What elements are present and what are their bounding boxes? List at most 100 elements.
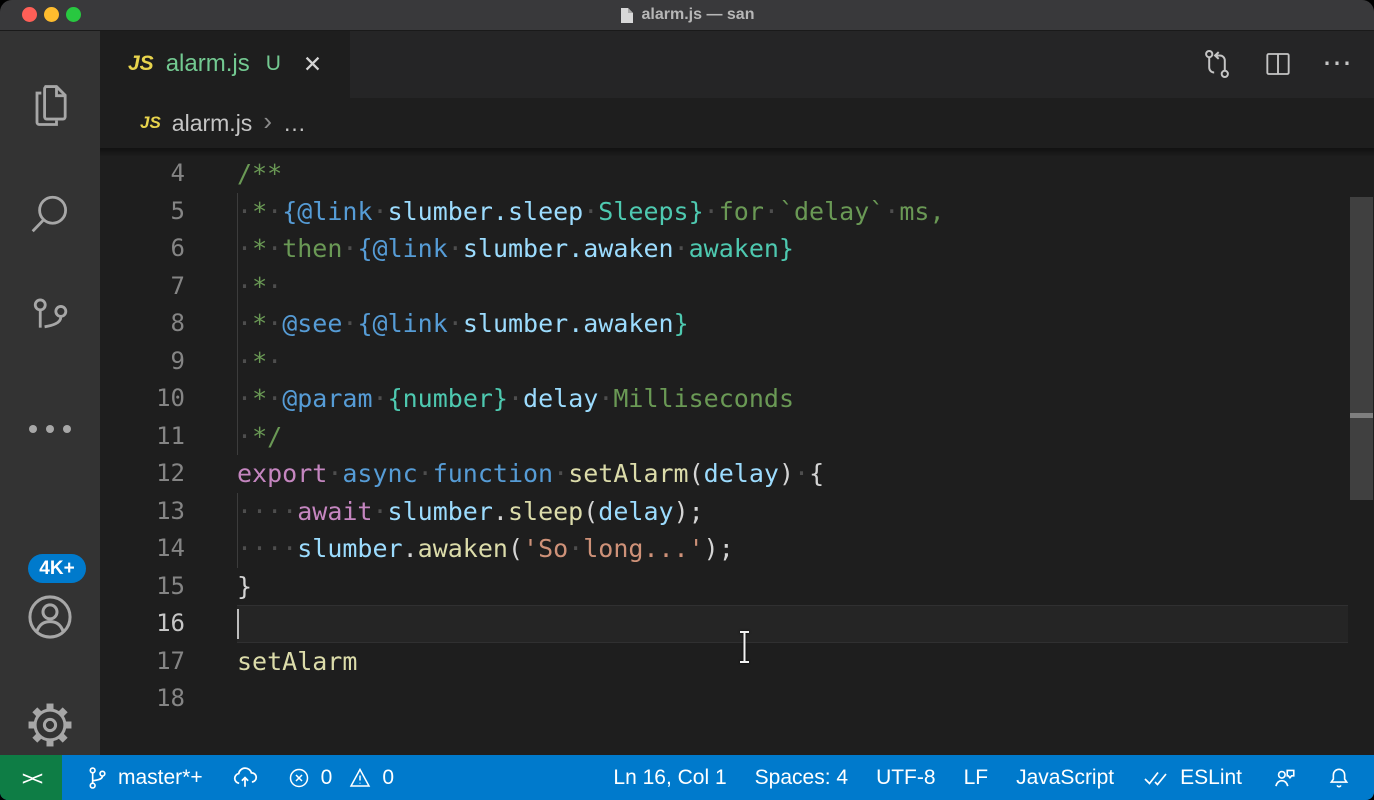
code-line[interactable]: 12 export·async·function·setAlarm(delay)·…: [100, 455, 1374, 493]
source-control-badge: 4K+: [28, 554, 86, 583]
sidebar-item-search[interactable]: [0, 188, 100, 242]
breadcrumb-symbol[interactable]: …: [283, 110, 308, 137]
search-icon: [24, 188, 76, 242]
text-cursor: [237, 609, 239, 639]
code-line-text[interactable]: ····slumber.awaken('So·long...');: [237, 530, 734, 568]
language-mode-item[interactable]: JavaScript: [1002, 755, 1128, 800]
remote-indicator[interactable]: ><: [0, 755, 62, 800]
line-number[interactable]: 13: [100, 493, 185, 531]
code-line-text[interactable]: ·*·then·{@link·slumber.awaken·awaken}: [237, 230, 794, 268]
code-line[interactable]: 9 ·*·: [100, 343, 1374, 381]
eslint-label: ESLint: [1180, 766, 1242, 790]
line-number[interactable]: 10: [100, 380, 185, 418]
sidebar-item-explorer[interactable]: [0, 78, 100, 132]
code-line[interactable]: 8 ·*·@see·{@link·slumber.awaken}: [100, 305, 1374, 343]
line-number[interactable]: 5: [100, 193, 185, 231]
scrollbar[interactable]: [1348, 148, 1374, 755]
code-line-text[interactable]: setAlarm: [237, 643, 357, 681]
line-number[interactable]: 16: [100, 605, 185, 643]
window-title: alarm.js — san: [642, 6, 755, 24]
line-number[interactable]: 11: [100, 418, 185, 456]
breadcrumb-file[interactable]: alarm.js: [172, 110, 253, 137]
code-line-text[interactable]: ·*·: [237, 268, 282, 306]
warning-count: 0: [382, 766, 394, 790]
code-line-text[interactable]: ·*·{@link·slumber.sleep·Sleeps}·for·`del…: [237, 193, 945, 231]
code-line-text[interactable]: ····await·slumber.sleep(delay);: [237, 493, 704, 531]
status-bar: >< master*+ 0 0: [0, 755, 1374, 800]
remote-icon: ><: [22, 766, 40, 790]
warning-icon: [348, 766, 372, 790]
code-line[interactable]: 7 ·*·: [100, 268, 1374, 306]
eol: LF: [964, 766, 989, 790]
line-number[interactable]: 17: [100, 643, 185, 681]
eslint-item[interactable]: ESLint: [1128, 755, 1256, 800]
more-views-icon: [29, 405, 71, 453]
sync-changes-item[interactable]: [217, 755, 273, 800]
window-title-area: alarm.js — san: [0, 0, 1374, 30]
code-line[interactable]: 18: [100, 680, 1374, 718]
close-tab-icon[interactable]: ✕: [303, 51, 322, 78]
code-line[interactable]: 5 ·*·{@link·slumber.sleep·Sleeps}·for·`de…: [100, 193, 1374, 231]
line-number[interactable]: 15: [100, 568, 185, 606]
git-branch-icon: [84, 765, 110, 791]
code-line-text[interactable]: ·*·: [237, 343, 282, 381]
feedback-item[interactable]: [1256, 755, 1312, 800]
code-line-text[interactable]: }: [237, 568, 252, 606]
bell-icon: [1326, 765, 1352, 791]
compare-changes-icon[interactable]: [1200, 47, 1234, 81]
code-line[interactable]: 10 ·*·@param·{number}·delay·Milliseconds: [100, 380, 1374, 418]
encoding-item[interactable]: UTF-8: [862, 755, 950, 800]
code-line[interactable]: 15}: [100, 568, 1374, 606]
language-mode: JavaScript: [1016, 766, 1114, 790]
scrollbar-thumb[interactable]: [1350, 197, 1373, 500]
eol-item[interactable]: LF: [950, 755, 1003, 800]
split-editor-icon[interactable]: [1262, 48, 1294, 80]
document-icon: [620, 7, 634, 24]
branch-name: master*+: [118, 766, 203, 790]
line-number[interactable]: 9: [100, 343, 185, 381]
accounts-button[interactable]: 1: [0, 588, 100, 646]
source-control-icon: [24, 292, 76, 346]
branch-status-item[interactable]: master*+: [70, 755, 217, 800]
tab-bar: JS alarm.js U ✕: [100, 30, 1374, 98]
more-actions-icon[interactable]: ⋯: [1322, 30, 1352, 98]
sidebar-item-more-views[interactable]: [0, 405, 100, 453]
code-line-text[interactable]: ·*·@param·{number}·delay·Milliseconds: [237, 380, 794, 418]
problems-item[interactable]: 0 0: [273, 755, 408, 800]
mouse-ibeam-cursor: [737, 630, 752, 664]
breadcrumb: JS alarm.js › …: [100, 98, 1374, 148]
code-line-text[interactable]: /**: [237, 155, 282, 193]
line-number[interactable]: 4: [100, 155, 185, 193]
double-check-icon: [1142, 766, 1172, 790]
line-number[interactable]: 18: [100, 680, 185, 718]
tab-alarm-js[interactable]: JS alarm.js U ✕: [100, 30, 350, 98]
line-number[interactable]: 6: [100, 230, 185, 268]
line-number[interactable]: 7: [100, 268, 185, 306]
indentation-item[interactable]: Spaces: 4: [741, 755, 862, 800]
encoding: UTF-8: [876, 766, 936, 790]
line-number[interactable]: 14: [100, 530, 185, 568]
code-line[interactable]: 13 ····await·slumber.sleep(delay);: [100, 493, 1374, 531]
indentation: Spaces: 4: [755, 766, 848, 790]
account-icon: [22, 588, 78, 646]
code-line-text[interactable]: ·*/: [237, 418, 282, 456]
code-line[interactable]: 4 /**: [100, 155, 1374, 193]
editor-actions: ⋯: [1200, 30, 1352, 98]
code-line-text[interactable]: export·async·function·setAlarm(delay)·{: [237, 455, 824, 493]
notifications-item[interactable]: [1312, 755, 1366, 800]
line-number[interactable]: 12: [100, 455, 185, 493]
publish-cloud-icon: [231, 764, 259, 792]
settings-button[interactable]: [0, 696, 100, 754]
cursor-position-item[interactable]: Ln 16, Col 1: [599, 755, 740, 800]
sidebar-item-source-control[interactable]: 4K+: [0, 292, 100, 346]
code-line[interactable]: 6 ·*·then·{@link·slumber.awaken·awaken}: [100, 230, 1374, 268]
code-line-text[interactable]: ·*·@see·{@link·slumber.awaken}: [237, 305, 689, 343]
code-line[interactable]: 11 ·*/: [100, 418, 1374, 456]
line-number[interactable]: 8: [100, 305, 185, 343]
feedback-person-icon: [1270, 765, 1298, 791]
code-line[interactable]: 14 ····slumber.awaken('So·long...');: [100, 530, 1374, 568]
js-file-icon-small: JS: [140, 113, 161, 133]
js-file-icon: JS: [128, 52, 154, 76]
activity-bar: 4K+ 1: [0, 30, 100, 755]
git-status-badge: U: [266, 52, 281, 76]
